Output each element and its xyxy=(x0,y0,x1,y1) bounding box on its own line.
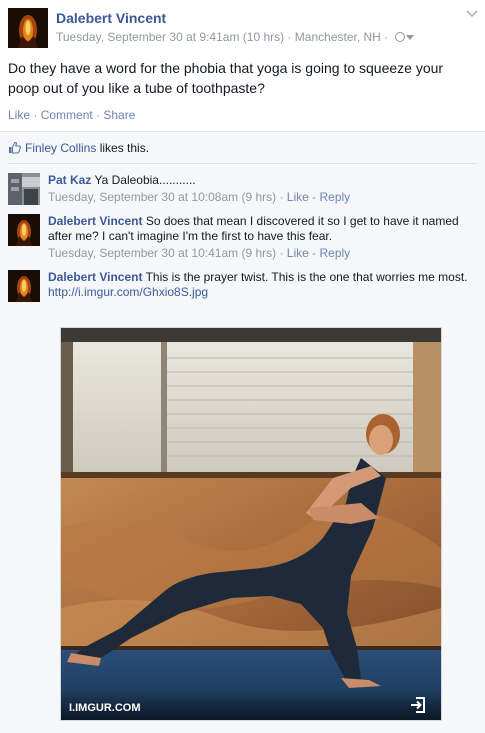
action-separator: · xyxy=(30,108,41,122)
comment-item: Dalebert Vincent So does that mean I dis… xyxy=(8,214,478,264)
post-actions: Like · Comment · Share xyxy=(8,108,135,122)
comment-author[interactable]: Dalebert Vincent xyxy=(48,270,142,284)
meta-separator: · xyxy=(276,246,287,260)
caret-down-icon[interactable] xyxy=(405,35,414,40)
commenter-avatar[interactable] xyxy=(8,173,40,205)
post-location[interactable]: Manchester, NH xyxy=(295,30,381,44)
action-separator: · xyxy=(92,108,104,122)
comment-body: Pat Kaz Ya Daleobia........... Tuesday, … xyxy=(48,173,473,205)
comment-link[interactable]: Comment xyxy=(41,108,93,122)
post-timestamp[interactable]: Tuesday, September 30 at 9:41am (10 hrs) xyxy=(56,30,284,44)
likes-summary: Finley Collins likes this. xyxy=(8,141,149,155)
commenter-avatar[interactable] xyxy=(8,214,40,246)
photo-attachment[interactable]: I.IMGUR.COM xyxy=(60,327,442,721)
chevron-down-icon[interactable] xyxy=(466,10,478,18)
comment-text: Ya Daleobia........... xyxy=(91,173,196,187)
comment-meta: Tuesday, September 30 at 10:08am (9 hrs)… xyxy=(48,190,473,205)
comment-like-link[interactable]: Like xyxy=(287,246,309,260)
photo-source-label[interactable]: I.IMGUR.COM xyxy=(69,702,141,714)
author-avatar[interactable] xyxy=(8,8,48,48)
comment-like-link[interactable]: Like xyxy=(287,190,309,204)
share-link[interactable]: Share xyxy=(103,108,135,122)
comment-body: Dalebert Vincent So does that mean I dis… xyxy=(48,214,473,261)
like-link[interactable]: Like xyxy=(8,108,30,122)
post-author-name[interactable]: Dalebert Vincent xyxy=(56,10,166,26)
comment-body: Dalebert Vincent This is the prayer twis… xyxy=(48,270,473,300)
post-meta: Tuesday, September 30 at 9:41am (10 hrs)… xyxy=(56,30,414,44)
comment-item: Pat Kaz Ya Daleobia........... Tuesday, … xyxy=(8,173,478,207)
comment-author[interactable]: Dalebert Vincent xyxy=(48,214,142,228)
comment-timestamp[interactable]: Tuesday, September 30 at 10:41am (9 hrs) xyxy=(48,246,276,260)
meta-separator: · xyxy=(276,190,287,204)
comment-author[interactable]: Pat Kaz xyxy=(48,173,91,187)
meta-separator: - xyxy=(308,246,320,260)
likes-divider xyxy=(8,163,477,164)
likes-suffix: likes this. xyxy=(96,141,150,155)
feedback-section: Finley Collins likes this. Pat Kaz Ya Da… xyxy=(0,131,485,733)
meta-separator: · xyxy=(284,30,295,44)
expand-icon[interactable] xyxy=(409,696,427,714)
thumbs-up-icon xyxy=(9,141,21,154)
globe-icon[interactable] xyxy=(394,32,405,42)
meta-separator: - xyxy=(308,190,320,204)
yoga-photo[interactable] xyxy=(61,328,441,720)
commenter-avatar[interactable] xyxy=(8,270,40,302)
comment-reply-link[interactable]: Reply xyxy=(319,246,350,260)
meta-separator: · xyxy=(380,30,392,44)
comment-item: Dalebert Vincent This is the prayer twis… xyxy=(8,270,478,320)
photo-source-bar: I.IMGUR.COM xyxy=(61,690,441,720)
comment-link-url[interactable]: http://i.imgur.com/Ghxio8S.jpg xyxy=(48,285,208,299)
comment-meta: Tuesday, September 30 at 10:41am (9 hrs)… xyxy=(48,246,473,261)
comment-text: This is the prayer twist. This is the on… xyxy=(142,270,468,284)
comment-timestamp[interactable]: Tuesday, September 30 at 10:08am (9 hrs) xyxy=(48,190,276,204)
liker-name[interactable]: Finley Collins xyxy=(25,141,96,155)
facebook-post: Dalebert Vincent Tuesday, September 30 a… xyxy=(0,0,485,733)
comment-reply-link[interactable]: Reply xyxy=(319,190,350,204)
post-text: Do they have a word for the phobia that … xyxy=(8,60,444,96)
